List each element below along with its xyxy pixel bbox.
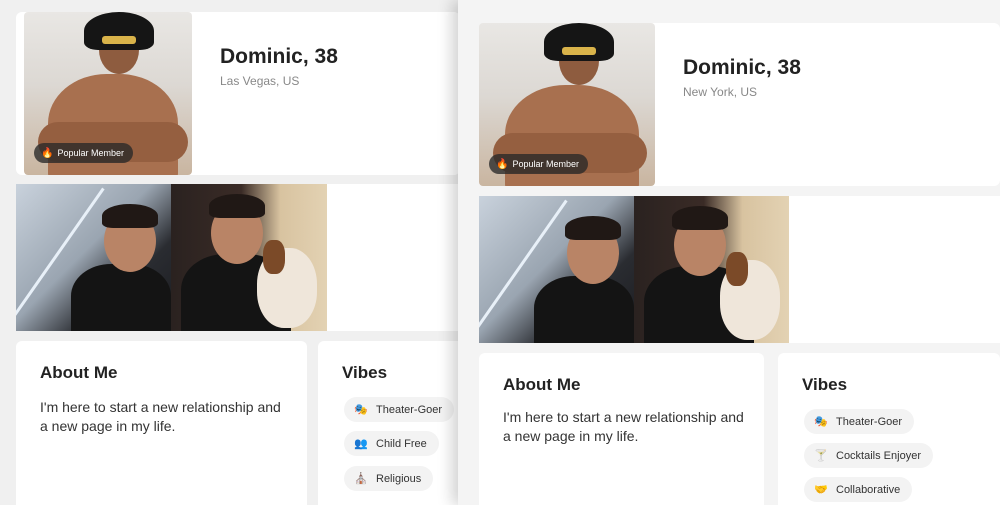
vibes-card: Vibes 🎭 Theater-Goer 🍸 Cocktails Enjoyer… bbox=[778, 353, 1000, 505]
theater-masks-icon: 🎭 bbox=[354, 404, 368, 416]
about-me-title: About Me bbox=[40, 363, 118, 382]
gallery-photo-2[interactable] bbox=[634, 196, 789, 343]
profile-header-card: 🔥 Popular Member Dominic, 38 New York, U… bbox=[479, 23, 1000, 186]
vibes-title: Vibes bbox=[342, 363, 388, 382]
vibe-label: Collaborative bbox=[836, 483, 901, 496]
vibe-label: Religious bbox=[376, 472, 422, 485]
profile-name: Dominic, 38 bbox=[683, 56, 801, 79]
vibe-label: Cocktails Enjoyer bbox=[836, 449, 921, 462]
flame-icon: 🔥 bbox=[41, 147, 54, 159]
handshake-icon: 🤝 bbox=[814, 484, 828, 496]
profile-name: Dominic, 38 bbox=[220, 45, 338, 68]
vibe-label: Theater-Goer bbox=[836, 415, 903, 428]
flame-icon: 🔥 bbox=[496, 158, 509, 170]
popular-member-badge: 🔥 Popular Member bbox=[489, 154, 588, 174]
profile-location: Las Vegas, US bbox=[220, 74, 300, 88]
vibes-card: Vibes 🎭 Theater-Goer 👥 Child Free ⛪ Reli… bbox=[318, 341, 460, 505]
vibe-label: Child Free bbox=[376, 437, 427, 450]
profile-avatar[interactable]: 🔥 Popular Member bbox=[479, 23, 655, 186]
about-me-text: I'm here to start a new relationship and… bbox=[503, 409, 744, 444]
vibe-tag-religious[interactable]: ⛪ Religious bbox=[344, 466, 434, 491]
photo-gallery-card bbox=[16, 184, 460, 331]
about-me-card: About Me I'm here to start a new relatio… bbox=[16, 341, 307, 505]
badge-label: Popular Member bbox=[512, 159, 579, 169]
left-profile-panel: 🔥 Popular Member Dominic, 38 Las Vegas, … bbox=[0, 0, 460, 505]
profile-header-card: 🔥 Popular Member Dominic, 38 Las Vegas, … bbox=[16, 12, 460, 175]
vibe-tag-collaborative[interactable]: 🤝 Collaborative bbox=[804, 477, 913, 502]
vibes-title: Vibes bbox=[802, 375, 848, 394]
theater-masks-icon: 🎭 bbox=[814, 416, 828, 428]
profile-location: New York, US bbox=[683, 85, 758, 99]
church-icon: ⛪ bbox=[354, 473, 368, 485]
badge-label: Popular Member bbox=[57, 148, 124, 158]
vibe-tag-theater-goer[interactable]: 🎭 Theater-Goer bbox=[344, 397, 455, 422]
gallery-photo-1[interactable] bbox=[16, 184, 171, 331]
gallery-photo-1[interactable] bbox=[479, 196, 634, 343]
popular-member-badge: 🔥 Popular Member bbox=[34, 143, 133, 163]
cocktail-icon: 🍸 bbox=[814, 450, 828, 462]
about-me-title: About Me bbox=[503, 375, 581, 394]
photo-gallery-card bbox=[479, 196, 1000, 343]
vibe-tag-child-free[interactable]: 👥 Child Free bbox=[344, 431, 439, 456]
vibe-tag-theater-goer[interactable]: 🎭 Theater-Goer bbox=[804, 409, 915, 434]
people-icon: 👥 bbox=[354, 438, 368, 450]
about-me-card: About Me I'm here to start a new relatio… bbox=[479, 353, 764, 505]
profile-avatar[interactable]: 🔥 Popular Member bbox=[24, 12, 192, 175]
vibe-tag-cocktails-enjoyer[interactable]: 🍸 Cocktails Enjoyer bbox=[804, 443, 933, 468]
about-me-text: I'm here to start a new relationship and… bbox=[40, 399, 281, 434]
gallery-photo-2[interactable] bbox=[171, 184, 327, 331]
vibe-label: Theater-Goer bbox=[376, 403, 443, 416]
right-profile-panel: 🔥 Popular Member Dominic, 38 New York, U… bbox=[458, 0, 1000, 505]
